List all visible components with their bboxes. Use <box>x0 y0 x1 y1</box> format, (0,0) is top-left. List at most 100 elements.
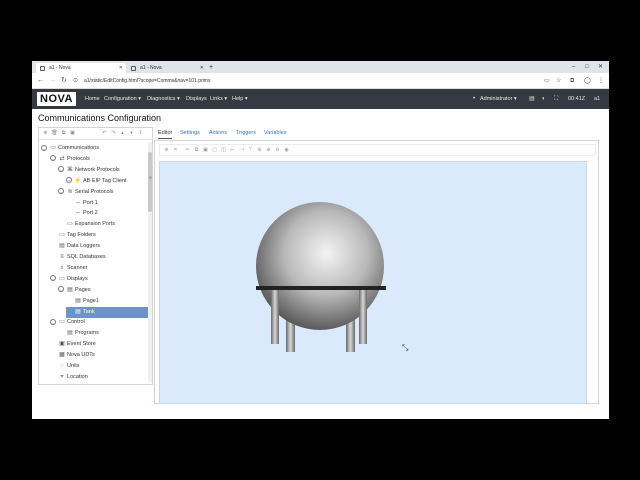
expand-icon[interactable]: + <box>66 177 72 184</box>
collapse-icon[interactable]: – <box>50 318 56 325</box>
copy-icon[interactable]: ⧉ <box>193 147 200 154</box>
maximize-button[interactable]: □ <box>585 62 589 72</box>
zoom-out-icon[interactable]: ⊖ <box>274 147 281 154</box>
user-status-icon: • <box>473 96 476 102</box>
minimize-button[interactable]: – <box>572 62 575 72</box>
tree-item[interactable]: + ⚡AB EIP Tag Client <box>66 176 146 187</box>
group-icon[interactable]: ▢ <box>211 147 218 154</box>
tree-item[interactable]: ≡ SQL Databases <box>50 252 146 263</box>
collapse-icon[interactable]: – <box>41 144 47 151</box>
copy-icon[interactable]: ⧉ <box>60 130 67 137</box>
export-icon[interactable]: ⇪ <box>137 130 144 137</box>
paste-icon[interactable]: ▣ <box>69 130 76 137</box>
collapse-icon[interactable]: – <box>58 286 64 293</box>
profile-icon[interactable]: ◯ <box>584 76 591 86</box>
nav-displays[interactable]: Displays <box>186 89 207 109</box>
install-app-icon[interactable]: ▭ <box>544 76 550 86</box>
collapse-icon[interactable]: – <box>58 188 64 195</box>
close-icon[interactable]: ✕ <box>172 147 179 154</box>
close-window-button[interactable]: ✕ <box>598 62 603 72</box>
tree-item-label: Page1 <box>83 297 99 304</box>
forward-icon[interactable]: → <box>49 76 56 86</box>
nova-logo[interactable]: NOVA <box>37 92 76 106</box>
tree-item[interactable]: ▦ Nova UDTs <box>50 350 146 361</box>
monitor-icon: ▭ <box>50 145 56 151</box>
url-field[interactable]: a1/static/EditConfig.html?scope=Comms&na… <box>84 78 210 85</box>
zoom-in-icon[interactable]: ⊕ <box>265 147 272 154</box>
nav-home[interactable]: Home <box>85 89 100 109</box>
site-info-icon[interactable]: ⊙ <box>73 76 78 86</box>
tab-variables[interactable]: Variables <box>264 128 287 138</box>
tree-item[interactable]: ⌖ Location <box>50 372 146 383</box>
tree-item-label: AB EIP Tag Client <box>83 177 127 184</box>
collapse-icon[interactable]: – <box>50 275 56 282</box>
tree-scroll-thumb[interactable] <box>148 152 152 212</box>
add-icon[interactable]: ⊕ <box>163 147 170 154</box>
fullscreen-icon[interactable]: ⛶ <box>554 89 558 109</box>
delete-icon[interactable]: 🗑 <box>51 130 58 137</box>
tree-item[interactable]: ▭ Expansion Ports <box>58 219 146 230</box>
move-up-icon[interactable]: ▴ <box>119 130 126 137</box>
page-favicon-icon <box>40 65 45 71</box>
tree-item-label: Nova UDTs <box>67 352 95 359</box>
tree-item[interactable]: ⇔ Port 2 <box>66 208 146 219</box>
close-tab-icon[interactable]: ✕ <box>200 63 204 73</box>
clock: 00:41Z <box>568 96 586 102</box>
redo-icon[interactable]: ↷ <box>110 130 117 137</box>
tab-editor[interactable]: Editor <box>158 128 173 139</box>
tree-item[interactable]: ◌ Units <box>50 361 146 372</box>
browser-tab-active[interactable]: a1 - Nova ✕ <box>36 63 126 73</box>
tab-settings[interactable]: Settings <box>180 128 200 138</box>
spherical-tank-graphic[interactable] <box>160 162 588 405</box>
align-center-icon[interactable]: ⊣ <box>238 147 245 154</box>
notifications-icon[interactable]: ▤ <box>529 89 535 109</box>
extensions-icon[interactable]: ⧉ <box>570 76 574 86</box>
tree-item[interactable]: – ▭ Displays <box>50 274 146 285</box>
tree-item[interactable]: ▣ Event Store <box>50 339 146 350</box>
tree-item[interactable]: – ⌘ Network Protocols <box>58 165 146 176</box>
tree-item[interactable]: ▤ Tank <box>66 306 148 318</box>
tree-item[interactable]: ▭ Tag Folders <box>50 230 146 241</box>
bookmark-star-icon[interactable]: ☆ <box>556 76 561 86</box>
nav-diagnostics[interactable]: Diagnostics ▾ <box>147 89 180 109</box>
paste-icon[interactable]: ▣ <box>202 147 209 154</box>
move-down-icon[interactable]: ▾ <box>128 130 135 137</box>
tab-actions[interactable]: Actions <box>209 128 227 138</box>
close-tab-icon[interactable]: ✕ <box>119 63 123 73</box>
align-top-icon[interactable]: ⊤ <box>247 147 254 154</box>
collapse-icon[interactable]: – <box>50 155 56 162</box>
tree-item[interactable]: – ▭ Communications <box>41 143 146 154</box>
nav-configuration[interactable]: Configuration ▾ <box>104 89 141 109</box>
display-canvas[interactable]: ⤡ <box>159 161 587 404</box>
tab-triggers[interactable]: Triggers <box>236 128 256 138</box>
collapse-icon[interactable]: – <box>58 166 64 173</box>
tree-item-label: Serial Protocols <box>75 188 114 195</box>
undo-icon[interactable]: ↶ <box>101 130 108 137</box>
tree-item[interactable]: – ▭ Control <box>50 317 146 328</box>
nav-help[interactable]: Help ▾ <box>232 89 248 109</box>
back-icon[interactable]: ← <box>37 76 44 86</box>
tree-item[interactable]: – ≋ Serial Protocols <box>58 187 146 198</box>
align-middle-icon[interactable]: ⊞ <box>256 147 263 154</box>
browser-menu-icon[interactable]: ⋮ <box>598 76 604 86</box>
new-tab-button[interactable]: + <box>209 63 213 73</box>
tree-item[interactable]: – ⇄ Protocols <box>50 154 146 165</box>
tree-item[interactable]: – ▤ Pages <box>58 285 146 296</box>
tree-item[interactable]: ⇔ Port 1 <box>66 198 146 209</box>
folder-icon: ▭ <box>59 232 65 239</box>
align-left-icon[interactable]: ⊢ <box>229 147 236 154</box>
cut-icon[interactable]: ✂ <box>184 147 191 154</box>
preview-eye-icon[interactable]: ◉ <box>283 147 290 154</box>
ungroup-icon[interactable]: ◫ <box>220 147 227 154</box>
nav-links[interactable]: Links ▾ <box>210 89 227 109</box>
add-icon[interactable]: ⊕ <box>42 130 49 137</box>
tree-item[interactable]: ▤ Data Loggers <box>50 241 146 252</box>
browser-tab[interactable]: a1 - Nova ✕ <box>127 63 207 73</box>
collapse-panel-icon[interactable]: « <box>149 175 152 181</box>
user-menu[interactable]: Administrator ▾ <box>480 89 517 109</box>
reload-icon[interactable]: ↻ <box>61 76 67 86</box>
tree-item[interactable]: ▤ Programs <box>58 328 146 339</box>
tree-item[interactable]: ⌕ Scanner <box>50 263 146 274</box>
theme-toggle-icon[interactable]: ◐ <box>542 89 546 109</box>
tree-item[interactable]: ▤ Page1 <box>66 296 146 307</box>
